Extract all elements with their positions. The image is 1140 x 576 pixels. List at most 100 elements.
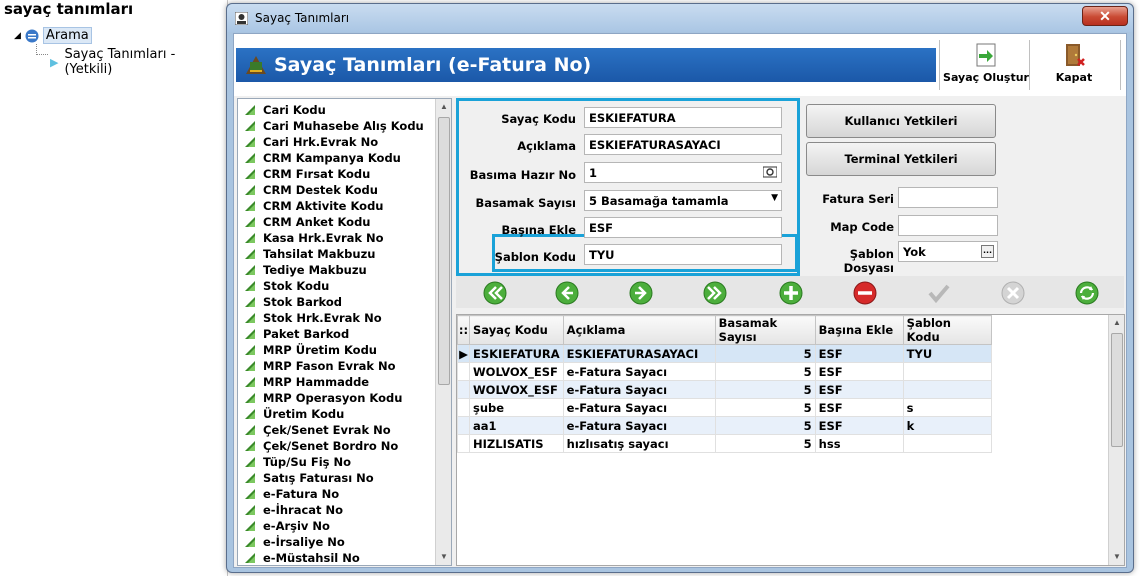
list-item[interactable]: CRM Kampanya Kodu — [244, 150, 401, 166]
first-record-icon[interactable] — [482, 280, 508, 306]
scroll-up-icon[interactable]: ▲ — [1109, 315, 1125, 331]
list-item[interactable]: Cari Muhasebe Alış Kodu — [244, 118, 424, 134]
cell-basina-ekle[interactable]: hss — [814, 434, 904, 453]
list-item[interactable]: Stok Barkod — [244, 294, 342, 310]
table-row[interactable]: HIZLISATIS hızlısatış sayacı 5 hss — [457, 434, 992, 453]
cell-basamak-sayisi[interactable]: 5 — [714, 434, 816, 453]
list-item[interactable]: Stok Hrk.Evrak No — [244, 310, 382, 326]
cell-sablon-kodu[interactable]: k — [902, 416, 992, 435]
grid-scrollbar[interactable]: ▲ ▼ — [1108, 315, 1124, 565]
kapat-button[interactable]: Kapat — [1030, 40, 1118, 92]
list-item[interactable]: CRM Aktivite Kodu — [244, 198, 384, 214]
basina-ekle-input[interactable]: ESF — [584, 217, 782, 238]
list-item[interactable]: Çek/Senet Bordro No — [244, 438, 398, 454]
cell-basamak-sayisi[interactable]: 5 — [714, 380, 816, 399]
table-row[interactable]: şube e-Fatura Sayacı 5 ESF s — [457, 398, 992, 417]
counter-grid[interactable]: :: Sayaç Kodu Açıklama Basamak Sayısı Ba… — [456, 314, 1125, 566]
cell-basamak-sayisi[interactable]: 5 — [714, 416, 816, 435]
list-item[interactable]: e-İhracat No — [244, 502, 343, 518]
cell-aciklama[interactable]: hızlısatış sayacı — [562, 434, 716, 453]
cell-sayac-kodu[interactable]: şube — [469, 398, 564, 417]
cell-sayac-kodu[interactable]: ESKIEFATURA — [469, 344, 564, 363]
list-item[interactable]: MRP Operasyon Kodu — [244, 390, 402, 406]
table-row[interactable]: aa1 e-Fatura Sayacı 5 ESF k — [457, 416, 992, 435]
cell-sablon-kodu[interactable] — [902, 380, 992, 399]
list-item[interactable]: Cari Kodu — [244, 102, 326, 118]
last-record-icon[interactable] — [702, 280, 728, 306]
cell-aciklama[interactable]: e-Fatura Sayacı — [562, 398, 716, 417]
cell-basina-ekle[interactable]: ESF — [814, 362, 904, 381]
cell-sayac-kodu[interactable]: aa1 — [469, 416, 564, 435]
list-item[interactable]: CRM Fırsat Kodu — [244, 166, 370, 182]
list-item[interactable]: Satış Faturası No — [244, 470, 374, 486]
list-item[interactable]: e-İrsaliye No — [244, 534, 345, 550]
list-item[interactable]: Tediye Makbuzu — [244, 262, 367, 278]
column-header-sablon-kodu[interactable]: Şablon Kodu — [902, 315, 992, 345]
cell-basina-ekle[interactable]: ESF — [814, 380, 904, 399]
cell-sayac-kodu[interactable]: WOLVOX_ESF — [469, 362, 564, 381]
previous-record-icon[interactable] — [554, 280, 580, 306]
cell-sablon-kodu[interactable] — [902, 434, 992, 453]
list-item[interactable]: Çek/Senet Evrak No — [244, 422, 391, 438]
cell-basamak-sayisi[interactable]: 5 — [714, 398, 816, 417]
aciklama-input[interactable]: ESKIEFATURASAYACI — [584, 134, 782, 155]
cell-sablon-kodu[interactable]: TYU — [902, 344, 992, 363]
list-item[interactable]: Stok Kodu — [244, 278, 329, 294]
scroll-down-icon[interactable]: ▼ — [1109, 549, 1125, 565]
sablon-dosyasi-input[interactable]: Yok ... — [898, 241, 998, 262]
list-item[interactable]: Paket Barkod — [244, 326, 349, 342]
cell-aciklama[interactable]: e-Fatura Sayacı — [562, 362, 716, 381]
cell-basamak-sayisi[interactable]: 5 — [714, 344, 816, 363]
chevron-down-icon[interactable]: ▼ — [771, 193, 778, 203]
list-item[interactable]: MRP Üretim Kodu — [244, 342, 377, 358]
cell-aciklama[interactable]: ESKIEFATURASAYACI — [562, 344, 716, 363]
sablon-kodu-input[interactable]: TYU — [584, 244, 782, 265]
title-bar[interactable]: Sayaç Tanımları ✕ — [227, 4, 1133, 32]
scroll-up-icon[interactable]: ▲ — [436, 99, 451, 115]
list-item[interactable]: MRP Hammadde — [244, 374, 369, 390]
column-header-basina-ekle[interactable]: Başına Ekle — [814, 315, 904, 345]
list-item[interactable]: CRM Anket Kodu — [244, 214, 371, 230]
table-row[interactable]: WOLVOX_ESF e-Fatura Sayacı 5 ESF — [457, 380, 992, 399]
lookup-icon[interactable] — [763, 166, 777, 178]
basima-hazir-no-input[interactable]: 1 — [584, 162, 782, 183]
expand-icon[interactable]: ◢ — [14, 31, 21, 41]
list-item[interactable]: CRM Destek Kodu — [244, 182, 378, 198]
window-close-button[interactable]: ✕ — [1082, 6, 1128, 26]
list-scrollbar[interactable]: ▲ ▼ — [435, 99, 451, 565]
list-item[interactable]: Tahsilat Makbuzu — [244, 246, 375, 262]
list-item[interactable]: Cari Hrk.Evrak No — [244, 134, 378, 150]
cell-sablon-kodu[interactable]: s — [902, 398, 992, 417]
cell-sayac-kodu[interactable]: HIZLISATIS — [469, 434, 564, 453]
fatura-seri-input[interactable] — [898, 187, 998, 208]
cell-sayac-kodu[interactable]: WOLVOX_ESF — [469, 380, 564, 399]
next-record-icon[interactable] — [628, 280, 654, 306]
table-row[interactable]: WOLVOX_ESF e-Fatura Sayacı 5 ESF — [457, 362, 992, 381]
refresh-icon[interactable] — [1074, 280, 1100, 306]
list-item[interactable]: e-Arşiv No — [244, 518, 330, 534]
scroll-thumb[interactable] — [438, 117, 450, 385]
list-item[interactable]: Tüp/Su Fiş No — [244, 454, 351, 470]
scroll-thumb[interactable] — [1111, 333, 1123, 447]
column-header-aciklama[interactable]: Açıklama — [562, 315, 716, 345]
basamak-sayisi-select[interactable]: 5 Basamağa tamamla ▼ — [584, 190, 782, 211]
column-header-sayac-kodu[interactable]: Sayaç Kodu — [469, 315, 564, 345]
list-item[interactable]: MRP Fason Evrak No — [244, 358, 396, 374]
map-code-input[interactable] — [898, 215, 998, 236]
list-item[interactable]: e-Fatura No — [244, 486, 339, 502]
cell-basina-ekle[interactable]: ESF — [814, 416, 904, 435]
list-item[interactable]: Kasa Hrk.Evrak No — [244, 230, 384, 246]
column-header-basamak-sayisi[interactable]: Basamak Sayısı — [714, 315, 816, 345]
browse-button[interactable]: ... — [981, 245, 994, 258]
counter-type-list[interactable]: ▲ ▼ Cari Kodu Cari Muhasebe Alış Kodu Cari… — [237, 98, 452, 566]
sayac-kodu-input[interactable]: ESKIEFATURA — [584, 107, 782, 128]
cell-basina-ekle[interactable]: ESF — [814, 398, 904, 417]
kullanici-yetkileri-button[interactable]: Kullanıcı Yetkileri — [806, 104, 996, 138]
list-item[interactable]: e-Müstahsil No — [244, 550, 360, 565]
cell-sablon-kodu[interactable] — [902, 362, 992, 381]
terminal-yetkileri-button[interactable]: Terminal Yetkileri — [806, 142, 996, 176]
sayac-olustur-button[interactable]: Sayaç Oluştur — [942, 40, 1030, 92]
cell-basina-ekle[interactable]: ESF — [814, 344, 904, 363]
cell-aciklama[interactable]: e-Fatura Sayacı — [562, 380, 716, 399]
table-row[interactable]: ▶ ESKIEFATURA ESKIEFATURASAYACI 5 ESF TYU — [457, 344, 992, 363]
